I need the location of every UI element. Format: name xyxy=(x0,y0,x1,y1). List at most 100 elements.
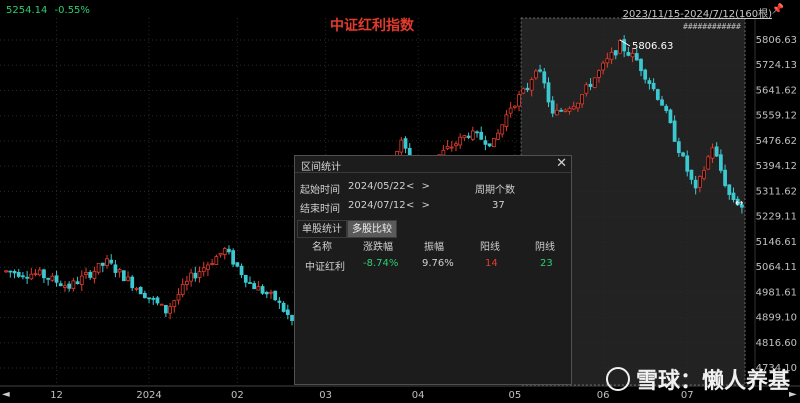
candle-body xyxy=(491,137,496,148)
candle-body xyxy=(479,131,484,140)
candle-body xyxy=(643,69,648,80)
y-tick-label: 5311.62 xyxy=(756,186,797,197)
candle-body xyxy=(105,258,109,267)
y-tick-label: 5229.11 xyxy=(756,212,797,223)
start-time-arrows[interactable]: < > xyxy=(406,181,432,192)
row-amplitude: 9.76% xyxy=(422,258,454,269)
candle-body xyxy=(672,120,677,142)
y-tick-label: 5559.12 xyxy=(756,111,797,122)
candle-body xyxy=(285,309,290,316)
y-tick-label: 4816.60 xyxy=(756,338,797,349)
pin-icon[interactable]: 📌 xyxy=(772,4,784,15)
candle-body xyxy=(92,270,97,279)
candle-body xyxy=(210,263,214,265)
date-range-label[interactable]: 2023/11/15-2024/7/12(160根) xyxy=(623,5,772,20)
candle-body xyxy=(151,297,156,300)
candle-body xyxy=(239,265,244,276)
candle-body xyxy=(176,293,181,301)
tab-single-stock[interactable]: 单股统计 xyxy=(297,220,347,238)
readout-price: 5254.14 xyxy=(6,5,48,16)
candle-body xyxy=(37,269,42,276)
candle-body xyxy=(689,169,694,180)
candle-body xyxy=(21,275,25,278)
candle-body xyxy=(559,109,563,112)
start-time-value: 2024/05/22 xyxy=(348,181,406,192)
col-down-bars: 阴线 xyxy=(535,242,555,253)
candle-body xyxy=(500,124,505,135)
candle-body xyxy=(630,52,635,58)
candle-body xyxy=(714,146,719,157)
candle-body xyxy=(96,263,101,273)
candle-body xyxy=(138,286,143,295)
period-count-value: 37 xyxy=(492,200,505,211)
candle-body xyxy=(534,70,538,79)
x-tick-label: 04 xyxy=(412,390,425,401)
scroll-left-icon: ◄ xyxy=(2,389,10,400)
candle-body xyxy=(588,83,593,87)
col-amplitude: 振幅 xyxy=(424,242,444,253)
candle-body xyxy=(550,100,555,114)
candle-body xyxy=(555,109,559,116)
candle-body xyxy=(487,143,492,147)
candle-body xyxy=(50,275,55,281)
candle-body xyxy=(4,270,8,273)
dialog-header: 区间统计 ✕ xyxy=(295,156,571,173)
candle-body xyxy=(584,84,589,94)
close-icon[interactable]: ✕ xyxy=(556,156,567,171)
candle-body xyxy=(609,51,614,60)
candle-body xyxy=(84,272,88,275)
candle-body xyxy=(121,270,126,282)
row-name: 中证红利 xyxy=(305,262,345,273)
high-annotation-label: 5806.63 xyxy=(632,41,673,52)
row-down-bars: 23 xyxy=(540,258,553,269)
candle-body xyxy=(264,292,269,295)
candle-body xyxy=(109,259,114,264)
candle-body xyxy=(269,291,273,294)
candle-body xyxy=(706,156,711,170)
candle-body xyxy=(134,287,139,290)
candle-body xyxy=(58,283,63,287)
candle-body xyxy=(185,280,189,285)
candle-body xyxy=(71,280,76,289)
candle-body xyxy=(592,77,597,88)
candle-body xyxy=(54,275,59,283)
candle-body xyxy=(546,82,551,103)
y-tick-label: 5146.61 xyxy=(756,237,797,248)
candle-body xyxy=(542,71,547,84)
candle-body xyxy=(449,146,454,149)
candle-body xyxy=(117,269,122,273)
end-time-arrows[interactable]: < > xyxy=(406,200,432,211)
candle-body xyxy=(719,154,723,171)
selection-right-handle-icon: ↔ xyxy=(735,198,743,209)
candle-body xyxy=(517,94,521,107)
candle-body xyxy=(508,107,513,114)
interval-stats-dialog[interactable]: 区间统计 ✕ 起始时间 2024/05/22 < > 周期个数 结束时间 202… xyxy=(294,155,572,385)
candle-body xyxy=(235,262,240,267)
candle-body xyxy=(29,273,34,280)
candle-body xyxy=(529,79,534,91)
candle-body xyxy=(142,292,147,299)
candle-body xyxy=(605,58,610,64)
candle-body xyxy=(597,70,601,78)
dialog-tabs: 单股统计 多股比较 xyxy=(297,217,397,238)
start-time-label: 起始时间 xyxy=(300,185,340,196)
tab-multi-stock[interactable]: 多股比较 xyxy=(347,220,397,238)
candle-body xyxy=(571,105,576,110)
candle-body xyxy=(201,267,206,273)
candle-body xyxy=(399,139,404,153)
xueqiu-logo-icon xyxy=(605,367,630,391)
candle-body xyxy=(155,297,160,304)
candle-body xyxy=(618,40,622,54)
candle-body xyxy=(567,107,572,112)
dialog-title: 区间统计 xyxy=(301,162,341,173)
x-tick-label: 02 xyxy=(231,390,244,401)
y-tick-label: 5476.62 xyxy=(756,136,797,147)
candle-body xyxy=(727,184,732,196)
candle-body xyxy=(710,147,715,159)
candle-body xyxy=(147,297,151,300)
candle-body xyxy=(693,179,698,189)
candle-body xyxy=(445,145,450,149)
row-up-bars: 14 xyxy=(485,258,498,269)
candle-body xyxy=(525,87,530,91)
candle-body xyxy=(46,277,51,280)
